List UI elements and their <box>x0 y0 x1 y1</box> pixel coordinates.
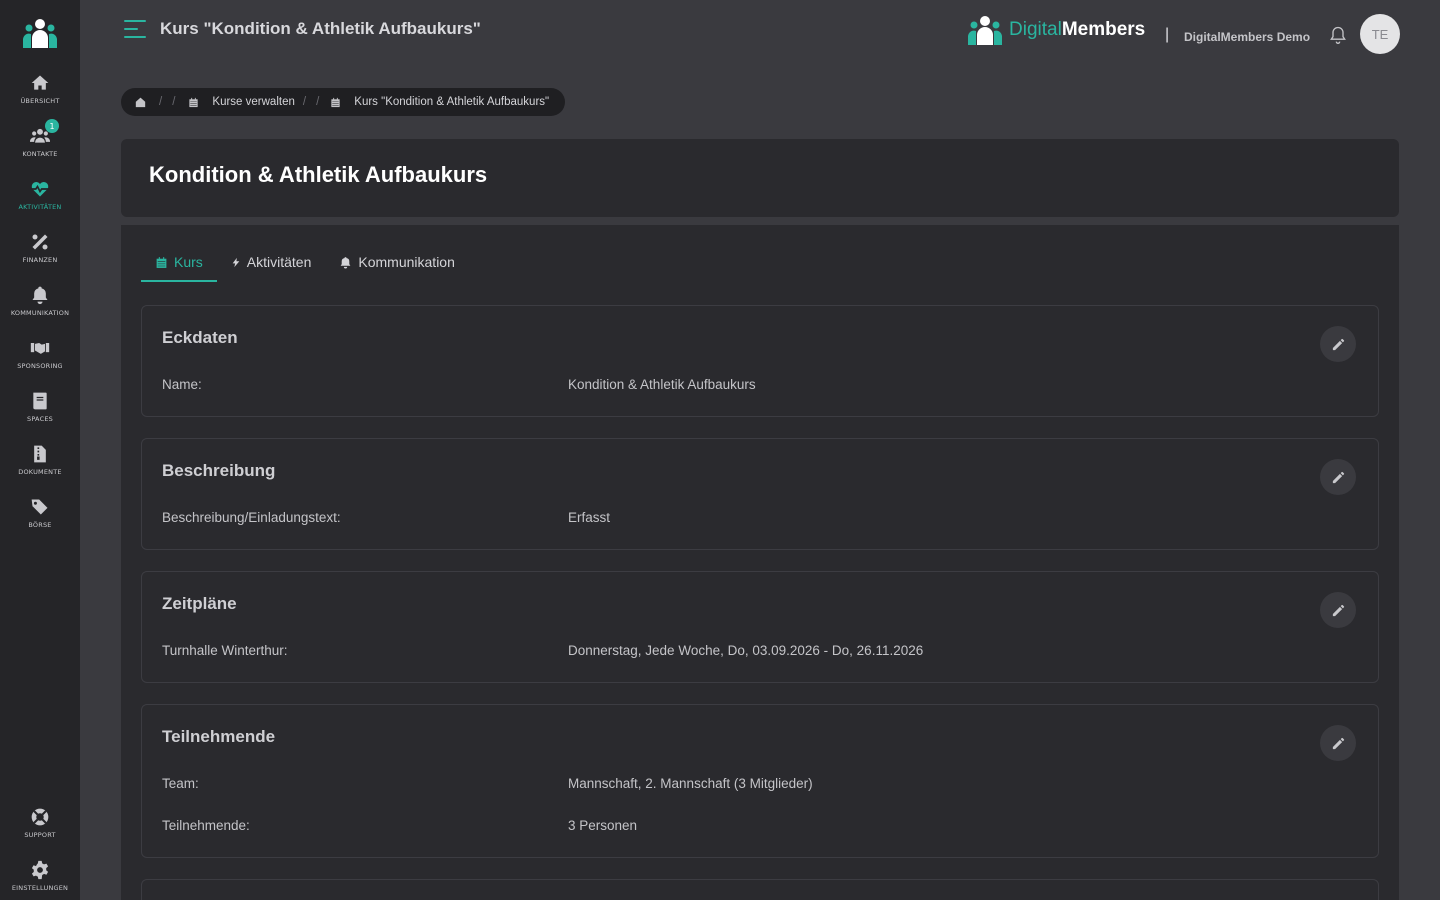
sidebar-item-label: SUPPORT <box>24 831 56 839</box>
breadcrumb-label: Kurs "Kondition & Athletik Aufbaukurs" <box>354 96 550 108</box>
sidebar-item-label: KOMMUNIKATION <box>10 309 70 317</box>
organization-name[interactable]: DigitalMembers Demo <box>1184 30 1310 44</box>
sidebar-item-kontakte[interactable]: 1 KONTAKTE <box>0 119 80 173</box>
breadcrumb-current-course: Kurs "Kondition & Athletik Aufbaukurs" <box>330 96 549 108</box>
sidebar-item-label: SPONSORING <box>17 362 63 370</box>
users-icon: 1 <box>29 119 59 147</box>
tab-label: Kommunikation <box>358 254 455 270</box>
heartbeat-icon <box>29 178 51 200</box>
brand-name-light: Digital <box>1009 19 1062 40</box>
sidebar-item-label: AKTIVITÄTEN <box>18 203 62 211</box>
sidebar-item-aktivitaeten[interactable]: AKTIVITÄTEN <box>0 176 80 226</box>
field-label: Turnhalle Winterthur: <box>162 643 288 658</box>
digitalmembers-logo-icon <box>968 16 1002 45</box>
breadcrumb-separator: / <box>172 96 176 108</box>
user-avatar[interactable]: TE <box>1360 14 1400 54</box>
sidebar-item-einstellungen[interactable]: EINSTELLUNGEN <box>0 857 80 900</box>
home-icon <box>135 97 146 107</box>
sidebar-item-boerse[interactable]: BÖRSE <box>0 494 80 544</box>
section-title: Teilnehmende <box>162 727 276 746</box>
bell-icon <box>341 257 351 269</box>
sidebar-item-sponsoring[interactable]: SPONSORING <box>0 335 80 385</box>
sidebar-item-uebersicht[interactable]: ÜBERSICHT <box>0 70 80 120</box>
sidebar-item-kommunikation[interactable]: KOMMUNIKATION <box>0 282 80 332</box>
pencil-icon <box>1332 604 1344 616</box>
field-value: Mannschaft, 2. Mannschaft (3 Mitglieder) <box>568 776 813 791</box>
edit-zeitplaene-button[interactable] <box>1320 592 1356 628</box>
calendar-icon <box>156 257 167 268</box>
sidebar-item-label: BÖRSE <box>28 521 52 529</box>
field-label: Teilnehmende: <box>162 818 250 833</box>
section-beschreibung: Beschreibung Beschreibung/Einladungstext… <box>141 438 1379 550</box>
breadcrumb-home[interactable] <box>135 97 146 108</box>
tab-kommunikation[interactable]: Kommunikation <box>325 250 469 282</box>
section-teilnehmende: Teilnehmende Team: Mannschaft, 2. Mannsc… <box>141 704 1379 858</box>
sidebar-item-spaces[interactable]: SPACES <box>0 388 80 438</box>
handshake-icon <box>29 337 51 359</box>
percent-icon <box>29 231 51 253</box>
notifications-bell-icon[interactable] <box>1328 24 1348 46</box>
tab-label: Aktivitäten <box>246 254 312 270</box>
field-label: Team: <box>162 776 199 791</box>
course-title: Kondition & Athletik Aufbaukurs <box>149 162 488 187</box>
pencil-icon <box>1332 338 1344 350</box>
sidebar-item-finanzen[interactable]: FINANZEN <box>0 229 80 279</box>
section-eckdaten: Eckdaten Name: Kondition & Athletik Aufb… <box>141 305 1379 417</box>
field-value: Kondition & Athletik Aufbaukurs <box>568 377 756 392</box>
bell-icon <box>29 284 51 306</box>
sidebar-item-dokumente[interactable]: DOKUMENTE <box>0 441 80 491</box>
breadcrumb: / / Kurse verwalten / / Kurs "Kondition … <box>121 88 565 116</box>
field-label: Name: <box>162 377 202 392</box>
notification-badge: 1 <box>45 119 59 133</box>
field-value: 3 Personen <box>568 818 638 833</box>
life-ring-icon <box>29 806 51 828</box>
course-detail-panel: Kurs Aktivitäten Kommunikation Eckdaten … <box>121 225 1399 900</box>
breadcrumb-separator: / <box>159 96 163 108</box>
book-icon <box>29 390 51 412</box>
edit-beschreibung-button[interactable] <box>1320 459 1356 495</box>
sidebar: ÜBERSICHT 1 KONTAKTE AKTIVITÄTEN FINANZE… <box>0 0 80 900</box>
pencil-icon <box>1332 471 1344 483</box>
page-title: Kurs "Kondition & Athletik Aufbaukurs" <box>160 19 481 38</box>
breadcrumb-label: Kurse verwalten <box>212 96 295 108</box>
sidebar-item-label: DOKUMENTE <box>18 468 62 476</box>
pencil-icon <box>1332 737 1344 749</box>
field-value: Donnerstag, Jede Woche, Do, 03.09.2026 -… <box>568 643 924 658</box>
field-label: Beschreibung/Einladungstext: <box>162 510 341 525</box>
field-value: Erfasst <box>568 510 611 525</box>
section-next <box>141 879 1379 900</box>
brand-name-bold: Members <box>1061 19 1146 40</box>
edit-eckdaten-button[interactable] <box>1320 326 1356 362</box>
sidebar-item-label: SPACES <box>27 415 53 423</box>
gear-icon <box>29 859 51 881</box>
course-title-card: Kondition & Athletik Aufbaukurs <box>121 139 1399 217</box>
section-title: Zeitpläne <box>162 594 237 613</box>
sidebar-item-label: KONTAKTE <box>22 150 58 158</box>
tab-aktivitaeten[interactable]: Aktivitäten <box>217 250 326 282</box>
bolt-icon <box>232 257 240 268</box>
header-divider: | <box>1165 26 1170 43</box>
edit-teilnehmende-button[interactable] <box>1320 725 1356 761</box>
tab-label: Kurs <box>174 254 203 270</box>
tab-kurs[interactable]: Kurs <box>141 250 217 282</box>
brand-logo[interactable]: DigitalMembers <box>967 15 1145 45</box>
tab-bar: Kurs Aktivitäten Kommunikation <box>141 250 469 282</box>
breadcrumb-kurse-verwalten[interactable]: Kurse verwalten <box>188 96 295 108</box>
sidebar-item-label: FINANZEN <box>22 256 58 264</box>
tags-icon <box>29 496 51 518</box>
section-title: Beschreibung <box>162 461 276 480</box>
breadcrumb-separator: / <box>302 96 307 108</box>
sidebar-item-label: EINSTELLUNGEN <box>11 884 69 892</box>
sidebar-item-label: ÜBERSICHT <box>20 97 60 105</box>
calendar-icon <box>331 97 340 107</box>
section-zeitplaene: Zeitpläne Turnhalle Winterthur: Donnerst… <box>141 571 1379 683</box>
app-logo-icon[interactable] <box>22 18 58 48</box>
breadcrumb-separator: / <box>316 96 320 108</box>
calendar-icon <box>189 97 199 107</box>
sidebar-item-support[interactable]: SUPPORT <box>0 804 80 854</box>
menu-toggle-button[interactable] <box>124 19 146 39</box>
section-title: Eckdaten <box>162 328 238 347</box>
home-icon <box>29 72 51 94</box>
file-zipper-icon <box>29 443 51 465</box>
